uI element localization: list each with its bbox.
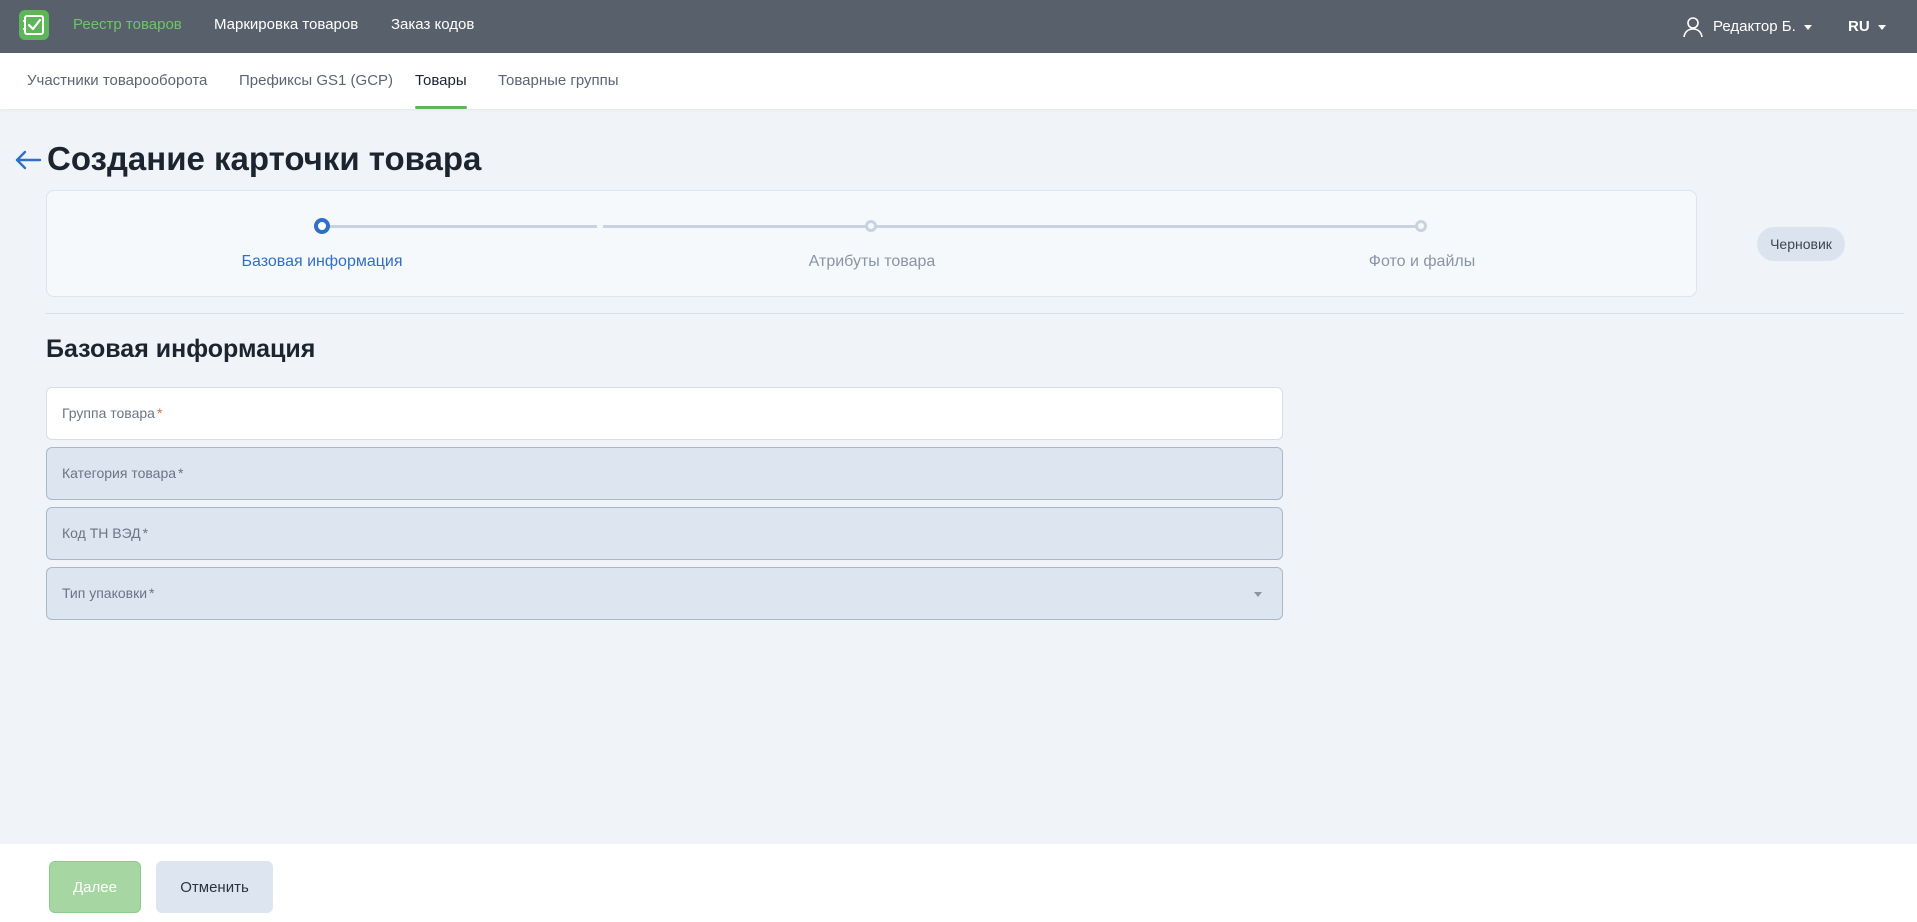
progress-stepper: Базовая информация Атрибуты товара Фото … bbox=[46, 190, 1697, 297]
package-type-select[interactable]: Тип упаковки * bbox=[46, 567, 1283, 620]
divider bbox=[46, 313, 1904, 314]
user-name: Редактор Б. bbox=[1713, 18, 1796, 35]
user-menu[interactable]: Редактор Б. bbox=[1682, 0, 1812, 53]
step-label-attributes[interactable]: Атрибуты товара bbox=[809, 253, 936, 271]
page-title: Создание карточки товара bbox=[47, 140, 482, 177]
required-mark: * bbox=[156, 405, 163, 421]
arrow-left-icon[interactable] bbox=[14, 146, 42, 174]
package-type-label: Тип упаковки * bbox=[62, 568, 155, 619]
topnav-product-marking[interactable]: Маркировка товаров bbox=[214, 0, 358, 53]
tab-gs1-prefixes[interactable]: Префиксы GS1 (GCP) bbox=[239, 53, 393, 109]
cancel-button[interactable]: Отменить bbox=[156, 861, 273, 913]
topnav-code-order[interactable]: Заказ кодов bbox=[391, 0, 474, 53]
hs-code-field[interactable]: Код ТН ВЭД * bbox=[46, 507, 1283, 560]
field-label-text: Код ТН ВЭД bbox=[62, 525, 141, 541]
chevron-down-icon bbox=[1254, 592, 1262, 597]
step-connector bbox=[322, 225, 597, 228]
topnav-product-registry[interactable]: Реестр товаров bbox=[73, 0, 182, 53]
step-dot-basic-info[interactable] bbox=[314, 218, 330, 234]
step-label-photos-files[interactable]: Фото и файлы bbox=[1369, 253, 1475, 271]
user-icon bbox=[1683, 16, 1703, 37]
product-category-field[interactable]: Категория товара * bbox=[46, 447, 1283, 500]
step-dot-photos-files[interactable] bbox=[1415, 220, 1427, 232]
field-label-text: Группа товара bbox=[62, 405, 155, 421]
step-label-basic-info[interactable]: Базовая информация bbox=[242, 253, 403, 271]
product-category-label: Категория товара * bbox=[62, 448, 183, 499]
required-mark: * bbox=[149, 585, 155, 601]
tab-products[interactable]: Товары bbox=[415, 53, 467, 109]
step-connector bbox=[603, 225, 867, 228]
tab-product-groups[interactable]: Товарные группы bbox=[498, 53, 619, 109]
chevron-down-icon bbox=[1877, 25, 1886, 30]
tab-participants[interactable]: Участники товарооборота bbox=[27, 53, 207, 109]
field-label-text: Тип упаковки bbox=[62, 585, 148, 601]
language-selector[interactable]: RU bbox=[1848, 0, 1886, 53]
chevron-down-icon bbox=[1803, 25, 1812, 30]
language-label: RU bbox=[1848, 18, 1870, 35]
required-mark: * bbox=[142, 525, 149, 541]
section-title: Базовая информация bbox=[46, 335, 316, 363]
step-connector bbox=[873, 225, 1423, 228]
product-group-field[interactable]: Группа товара * bbox=[46, 387, 1283, 440]
hs-code-label: Код ТН ВЭД * bbox=[62, 508, 148, 559]
next-button[interactable]: Далее bbox=[49, 861, 141, 913]
status-badge: Черновик bbox=[1757, 227, 1845, 261]
form-footer: Далее Отменить bbox=[0, 844, 1917, 922]
field-label-text: Категория товара bbox=[62, 465, 177, 481]
step-dot-attributes[interactable] bbox=[865, 220, 877, 232]
top-header: Реестр товаров Маркировка товаров Заказ … bbox=[0, 0, 1917, 53]
required-mark: * bbox=[178, 465, 184, 481]
product-group-label: Группа товара * bbox=[62, 388, 162, 439]
checklist-icon[interactable] bbox=[19, 10, 49, 40]
sub-navigation: Участники товарооборота Префиксы GS1 (GC… bbox=[0, 53, 1917, 109]
